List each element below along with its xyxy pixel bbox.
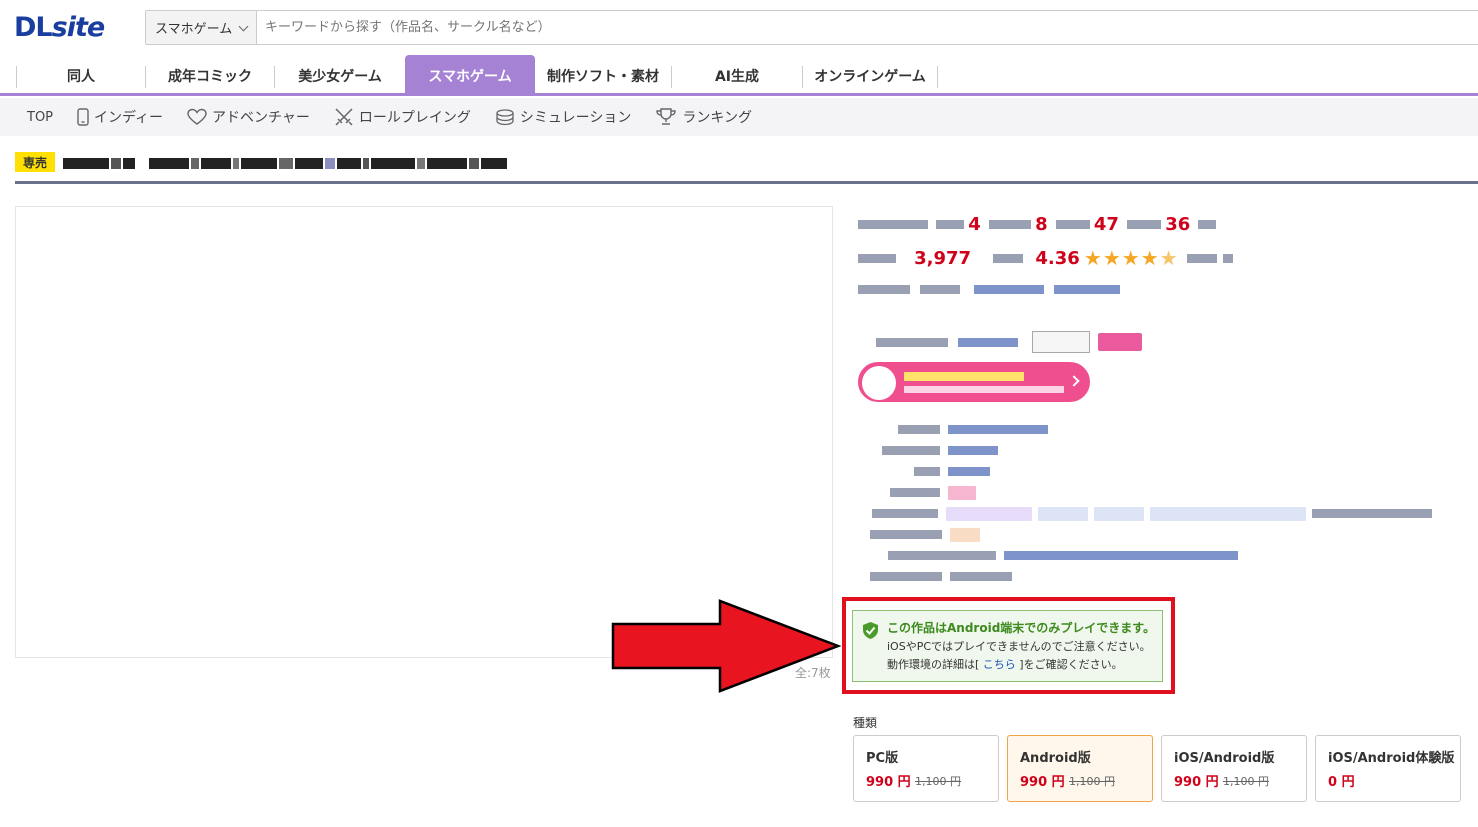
ranking-total: 36 (1165, 214, 1191, 235)
subnav-ranking-label: ランキング (682, 110, 752, 126)
tab-online-game[interactable]: オンラインゲーム (803, 56, 937, 96)
chevron-down-icon (238, 21, 249, 32)
coins-icon (496, 109, 514, 126)
file-format-row (870, 527, 986, 542)
ranking-row: 4 8 47 36 (858, 214, 1217, 235)
follow-button[interactable] (1032, 331, 1091, 353)
subnav-rpg[interactable]: ロールプレイング (334, 107, 471, 127)
exclusive-badge: 専売 (15, 152, 55, 172)
supported-os-row (888, 548, 1238, 563)
type-option-ios-android[interactable]: iOS/Android版 990 円 1,100 円 (1161, 735, 1307, 802)
subnav-adventure[interactable]: アドベンチャー (187, 107, 310, 127)
heart-icon (187, 108, 207, 125)
trophy-icon (656, 108, 677, 125)
rating-stars-icon: ★★★★★ (1083, 246, 1179, 270)
subnav-top-label: TOP (27, 109, 54, 125)
tab-smartphone-game[interactable]: スマホゲーム (405, 55, 535, 96)
android-only-notice: この作品はAndroid端末でのみプレイできます。 iOSやPCではプレイできま… (852, 610, 1163, 682)
product-title-pixelated (63, 154, 507, 172)
subnav-top[interactable]: TOP (27, 110, 53, 125)
nav-divider (937, 66, 938, 88)
circle-register-banner[interactable] (858, 362, 1090, 402)
review-links-row[interactable] (858, 282, 1121, 297)
header: DLsite スマホゲーム (0, 0, 1478, 58)
tab-software-materials[interactable]: 制作ソフト・素材 (535, 56, 671, 96)
rating-value: 4.36 (1035, 247, 1080, 269)
notice-details: 動作環境の詳細は[ こちら ]をご確認ください。 (887, 658, 1123, 671)
sales-rating-row: 3,977 4.36 ★★★★★ (858, 246, 1233, 270)
smartphone-icon (77, 108, 89, 126)
title-divider (15, 181, 1478, 184)
tab-seinen-comic[interactable]: 成年コミック (146, 56, 274, 96)
product-title-bar: 専売 (15, 152, 1478, 184)
ranking-day: 4 (968, 214, 981, 235)
notice-title: この作品はAndroid端末でのみプレイできます。 (887, 621, 1156, 635)
tab-ai-generated[interactable]: AI生成 (672, 56, 802, 96)
subnav-simulation[interactable]: シミュレーション (495, 107, 631, 127)
subnav-simulation-label: シミュレーション (519, 110, 632, 126)
subnav-indie[interactable]: インディー (77, 107, 163, 127)
search-bar: スマホゲーム (145, 10, 1478, 45)
type-option-pc[interactable]: PC版 990 円 1,100 円 (853, 735, 999, 802)
subnav-ranking[interactable]: ランキング (655, 107, 752, 127)
types-label: 種類 (853, 716, 878, 730)
type-option-android[interactable]: Android版 990 円 1,100 円 (1007, 735, 1153, 802)
type-option-trial[interactable]: iOS/Android体験版 0 円 (1315, 735, 1461, 802)
chevron-right-icon (1068, 375, 1080, 387)
details-link[interactable]: こちら (983, 658, 1016, 671)
main-nav: 同人 成年コミック 美少女ゲーム スマホゲーム 制作ソフト・素材 AI生成 オン… (0, 55, 1478, 96)
crossed-swords-icon (335, 108, 353, 126)
red-arrow-icon (611, 599, 842, 693)
search-category-label: スマホゲーム (155, 22, 233, 37)
circle-row (876, 331, 1143, 353)
sales-count: 3,977 (914, 247, 972, 269)
tab-doujin[interactable]: 同人 (17, 56, 145, 96)
ranking-week: 8 (1035, 214, 1048, 235)
avatar (862, 366, 896, 400)
dlsite-logo[interactable]: DLsite (14, 12, 105, 43)
product-image-viewer[interactable] (15, 206, 833, 658)
type-row (914, 464, 990, 479)
file-size-row (870, 569, 1012, 584)
subnav-indie-label: インディー (94, 110, 164, 126)
tab-bishoujo-game[interactable]: 美少女ゲーム (275, 56, 405, 96)
shield-check-icon (863, 622, 878, 639)
ranking-year: 47 (1093, 214, 1119, 235)
age-row (890, 485, 982, 500)
notice-text: iOSやPCではプレイできませんのでご注意ください。 (887, 640, 1151, 653)
sub-nav: TOP インディー アドベンチャー ロールプレイング シミュレーション ランキン… (0, 98, 1478, 136)
release-date-row (898, 422, 1048, 437)
subnav-rpg-label: ロールプレイング (358, 110, 471, 126)
search-input[interactable] (257, 11, 1478, 44)
follower-count (1098, 333, 1143, 351)
genre-row (872, 506, 1432, 521)
last-updated-row (882, 443, 998, 458)
subnav-adventure-label: アドベンチャー (212, 110, 310, 126)
search-category-select[interactable]: スマホゲーム (146, 11, 257, 44)
